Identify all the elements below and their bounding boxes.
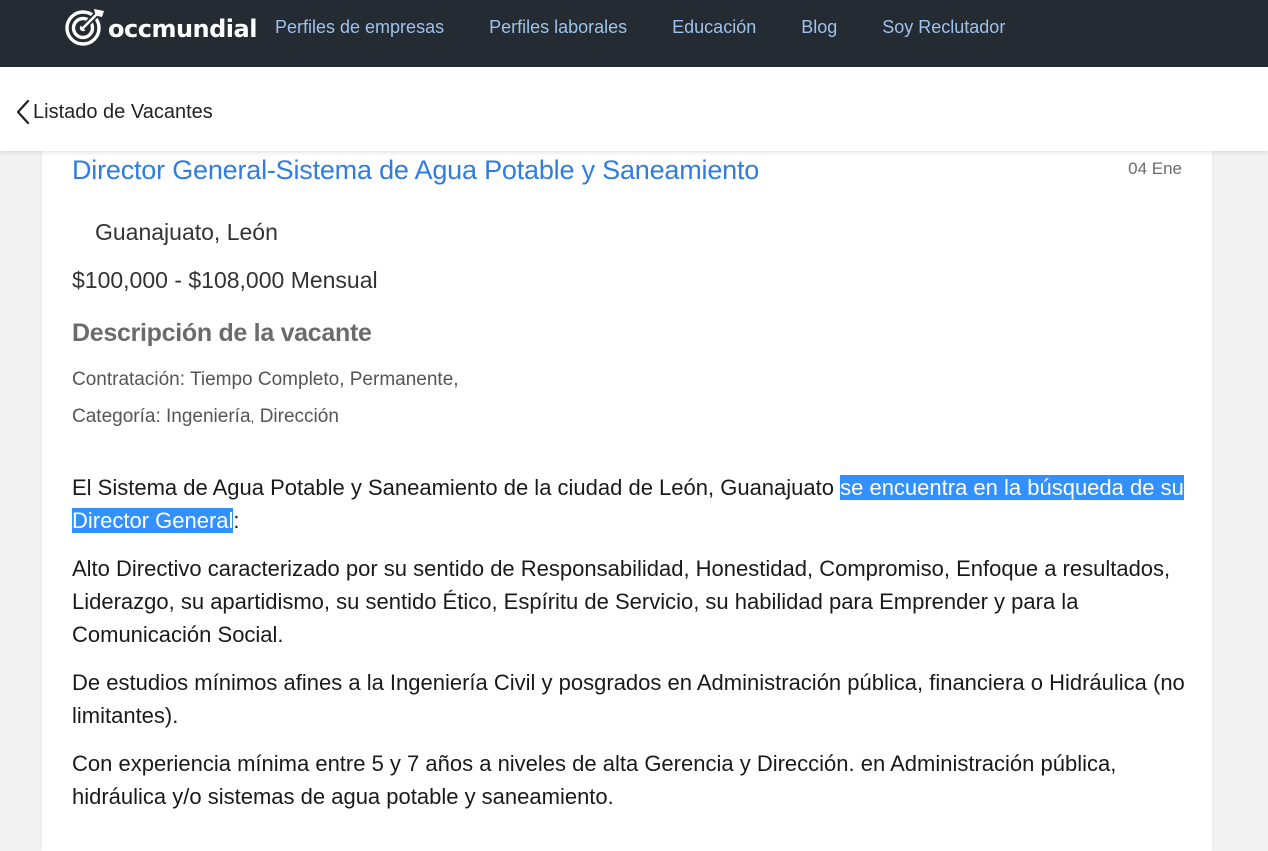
description-paragraph-2: Alto Directivo caracterizado por su sent…	[72, 556, 1171, 647]
contract-value: Tiempo Completo, Permanente,	[189, 369, 459, 390]
job-title-link[interactable]: Director General-Sistema de Agua Potable…	[72, 155, 759, 186]
nav-link-perfiles-empresas[interactable]: Perfiles de empresas	[275, 17, 444, 38]
description-paragraph-1: El Sistema de Agua Potable y Saneamiento…	[72, 471, 1187, 537]
job-salary: $100,000 - $108,000 Mensual	[72, 267, 378, 293]
job-location: Guanajuato, León	[95, 219, 278, 245]
contract-type: Contratación: Tiempo Completo, Permanent…	[72, 369, 459, 391]
occ-target-logo-icon	[65, 9, 104, 46]
back-label: Listado de Vacantes	[33, 100, 213, 123]
category-link-direccion[interactable]: Dirección	[260, 406, 339, 427]
top-navbar: occmundial Perfiles de empresas Perfiles…	[0, 0, 1268, 67]
job-categories: Categoría: Ingeniería, Dirección	[72, 406, 339, 428]
contract-label: Contratación:	[72, 369, 186, 390]
nav-link-blog[interactable]: Blog	[801, 17, 837, 38]
chevron-left-icon	[16, 99, 30, 125]
description-section-title: Descripción de la vacante	[72, 319, 372, 347]
nav-link-soy-reclutador[interactable]: Soy Reclutador	[882, 17, 1005, 38]
subheader-bar: Listado de Vacantes	[0, 67, 1268, 151]
category-link-ingenieria[interactable]: Ingeniería	[166, 406, 251, 427]
description-paragraph-3: De estudios mínimos afines a la Ingenier…	[72, 670, 1185, 728]
category-label: Categoría:	[72, 406, 161, 427]
main-nav: Perfiles de empresas Perfiles laborales …	[275, 0, 1050, 55]
category-separator: ,	[250, 409, 255, 425]
description-paragraph-4: Con experiencia mínima entre 5 y 7 años …	[72, 751, 1117, 809]
description-text: El Sistema de Agua Potable y Saneamiento…	[72, 475, 841, 500]
back-to-listings-link[interactable]: Listado de Vacantes	[15, 99, 213, 125]
job-date: 04 Ene	[1128, 159, 1182, 178]
description-text: :	[233, 508, 240, 533]
logo-text: occmundial	[108, 15, 257, 43]
occmundial-logo[interactable]: occmundial	[64, 6, 257, 48]
job-detail-card: Director General-Sistema de Agua Potable…	[42, 151, 1212, 851]
nav-link-perfiles-laborales[interactable]: Perfiles laborales	[489, 17, 627, 38]
nav-link-educacion[interactable]: Educación	[672, 17, 756, 38]
